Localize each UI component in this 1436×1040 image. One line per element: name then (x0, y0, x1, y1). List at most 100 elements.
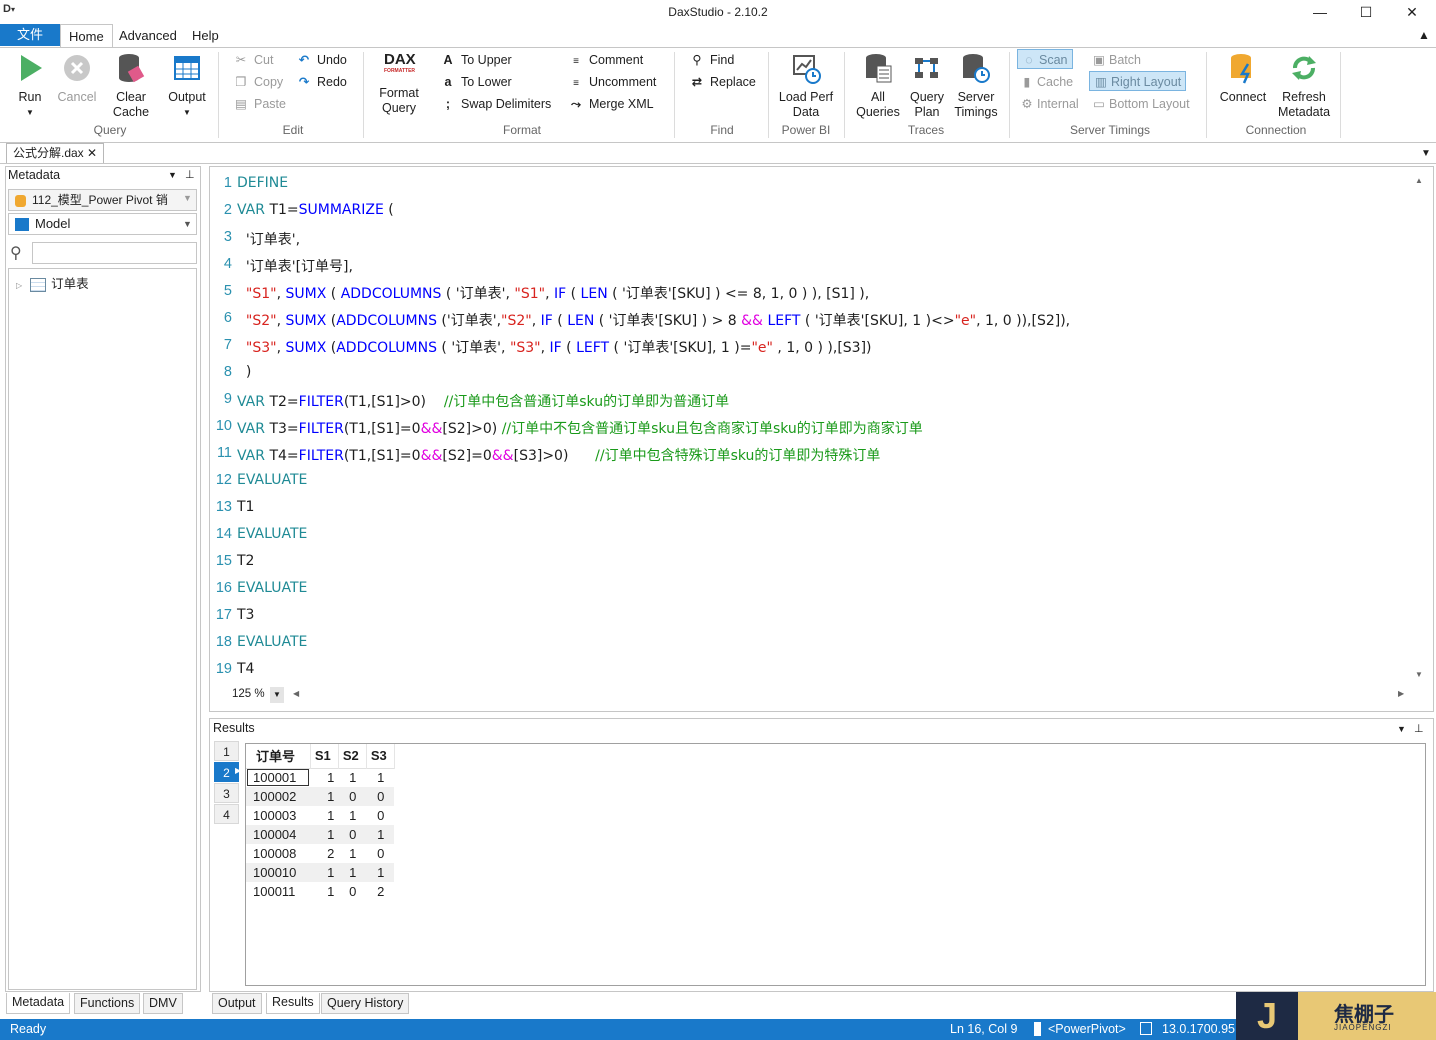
pin-icon[interactable]: ⊥ (1414, 722, 1424, 735)
value-cell[interactable]: 0 (338, 882, 366, 901)
value-cell[interactable]: 0 (366, 787, 394, 806)
value-cell[interactable]: 1 (310, 787, 338, 806)
zoom-dropdown-icon[interactable]: ▼ (270, 687, 284, 703)
column-header[interactable]: S2 (338, 744, 367, 768)
cancel-button[interactable]: Cancel (55, 52, 99, 105)
result-set-3[interactable]: 3 (214, 783, 239, 803)
table-row[interactable]: 100003 1 1 0 (246, 806, 394, 825)
model-source-select[interactable]: 112_模型_Power Pivot 销 (8, 189, 197, 211)
zoom-level[interactable]: 125 % (232, 688, 265, 700)
copy-button[interactable]: ❐ Copy (234, 72, 283, 92)
tab-file[interactable]: 文件 (0, 24, 60, 46)
to-lower-button[interactable]: a To Lower (441, 72, 512, 92)
uncomment-button[interactable]: ≡ Uncomment (569, 72, 656, 92)
tab-advanced[interactable]: Advanced (111, 24, 185, 48)
value-cell[interactable]: 0 (366, 844, 394, 863)
tab-metadata[interactable]: Metadata (6, 993, 71, 1014)
search-input[interactable] (32, 242, 197, 264)
tab-home[interactable]: Home (60, 24, 113, 48)
tab-results[interactable]: Results (266, 993, 320, 1014)
order-id-cell[interactable]: 100011 (246, 882, 310, 901)
close-icon[interactable]: ✕ (87, 146, 97, 160)
run-button[interactable]: Run ▼ (10, 52, 50, 120)
panel-menu-icon[interactable]: ▼ (1397, 724, 1406, 734)
undo-button[interactable]: ↶ Undo (297, 50, 347, 70)
table-row[interactable]: 100010 1 1 1 (246, 863, 395, 882)
tab-dmv[interactable]: DMV (143, 993, 183, 1014)
tab-help[interactable]: Help (184, 24, 227, 48)
maximize-button[interactable]: ☐ (1343, 0, 1389, 24)
value-cell[interactable]: 0 (366, 806, 394, 825)
all-queries-button[interactable]: All Queries (852, 52, 904, 120)
value-cell[interactable]: 0 (338, 787, 366, 806)
tab-dropdown-icon[interactable]: ▼ (1421, 148, 1431, 159)
collapse-ribbon-icon[interactable]: ▲ (1418, 28, 1430, 42)
right-layout-toggle[interactable]: ▥ Right Layout (1089, 71, 1187, 91)
merge-xml-button[interactable]: ⤳ Merge XML (569, 94, 654, 114)
value-cell[interactable]: 1 (310, 825, 338, 844)
order-id-cell[interactable]: 100008 (246, 844, 310, 863)
value-cell[interactable]: 1 (310, 806, 338, 825)
value-cell[interactable]: 1 (366, 768, 394, 787)
order-id-cell[interactable]: 100004 (246, 825, 310, 844)
scan-toggle[interactable]: ◌ Scan (1017, 49, 1073, 69)
chevron-down-icon[interactable]: ▼ (183, 193, 192, 203)
tab-query-history[interactable]: Query History (321, 993, 410, 1014)
value-cell[interactable]: 1 (338, 844, 366, 863)
column-header[interactable]: S1 (310, 744, 339, 768)
value-cell[interactable]: 1 (338, 768, 366, 787)
redo-button[interactable]: ↷ Redo (297, 72, 347, 92)
query-editor[interactable] (209, 166, 1434, 712)
find-button[interactable]: ⚲ Find (690, 50, 734, 70)
value-cell[interactable]: 1 (366, 825, 394, 844)
editor-scroll-down-icon[interactable]: ▼ (1415, 670, 1423, 679)
tree-item-table[interactable]: ▷ 订单表 (16, 273, 89, 292)
document-tab[interactable]: 公式分解.dax ✕ (6, 143, 105, 163)
output-button[interactable]: Output ▼ (162, 52, 212, 120)
value-cell[interactable]: 2 (366, 882, 394, 901)
load-perf-data-button[interactable]: Load Perf Data (776, 52, 836, 120)
table-row[interactable]: 100002 1 0 0 (246, 787, 395, 806)
server-timings-button[interactable]: Server Timings (950, 52, 1002, 120)
table-row[interactable]: 100011 1 0 2 (246, 882, 394, 901)
column-header[interactable]: S3 (366, 744, 395, 768)
scroll-left-icon[interactable]: ◀ (293, 689, 299, 698)
refresh-metadata-button[interactable]: Refresh Metadata (1274, 52, 1334, 120)
result-set-4[interactable]: 4 (214, 804, 239, 824)
bottom-layout-toggle[interactable]: ▭ Bottom Layout (1092, 94, 1190, 114)
minimize-button[interactable]: — (1297, 0, 1343, 24)
chevron-down-icon[interactable]: ▼ (183, 219, 192, 229)
paste-button[interactable]: ▤ Paste (234, 94, 286, 114)
clear-cache-button[interactable]: Clear Cache (106, 52, 156, 120)
cache-toggle[interactable]: ▮ Cache (1020, 72, 1074, 92)
scroll-right-icon[interactable]: ▶ (1398, 689, 1404, 698)
column-header[interactable]: 订单号 (246, 744, 311, 768)
order-id-cell[interactable]: 100003 (246, 806, 310, 825)
comment-button[interactable]: ≡ Comment (569, 50, 643, 70)
value-cell[interactable]: 1 (310, 768, 338, 787)
swap-delimiters-button[interactable]: ; Swap Delimiters (441, 94, 551, 114)
panel-menu-icon[interactable]: ▼ (168, 170, 177, 180)
value-cell[interactable]: 1 (338, 863, 366, 882)
value-cell[interactable]: 1 (310, 863, 338, 882)
tab-output[interactable]: Output (212, 993, 262, 1014)
result-set-1[interactable]: 1 (214, 741, 239, 761)
order-id-cell[interactable]: 100001 (246, 768, 310, 787)
value-cell[interactable]: 0 (338, 825, 366, 844)
internal-toggle[interactable]: ⚙ Internal (1020, 94, 1078, 114)
connect-button[interactable]: Connect (1214, 52, 1272, 105)
close-button[interactable]: ✕ (1389, 0, 1435, 24)
value-cell[interactable]: 1 (338, 806, 366, 825)
pin-icon[interactable]: ⊥ (185, 168, 195, 181)
order-id-cell[interactable]: 100010 (246, 863, 310, 882)
batch-toggle[interactable]: ▣ Batch (1092, 50, 1141, 70)
query-plan-button[interactable]: Query Plan (904, 52, 950, 120)
tab-functions[interactable]: Functions (74, 993, 141, 1014)
model-select[interactable]: Model (8, 213, 197, 235)
to-upper-button[interactable]: A To Upper (441, 50, 511, 70)
table-row[interactable]: 100008 2 1 0 (246, 844, 394, 863)
editor-scroll-up-icon[interactable]: ▲ (1415, 176, 1423, 185)
replace-button[interactable]: ⇄ Replace (690, 72, 756, 92)
cut-button[interactable]: ✂ Cut (234, 50, 274, 70)
format-query-button[interactable]: DAX FORMATTER Format Query (372, 52, 426, 116)
